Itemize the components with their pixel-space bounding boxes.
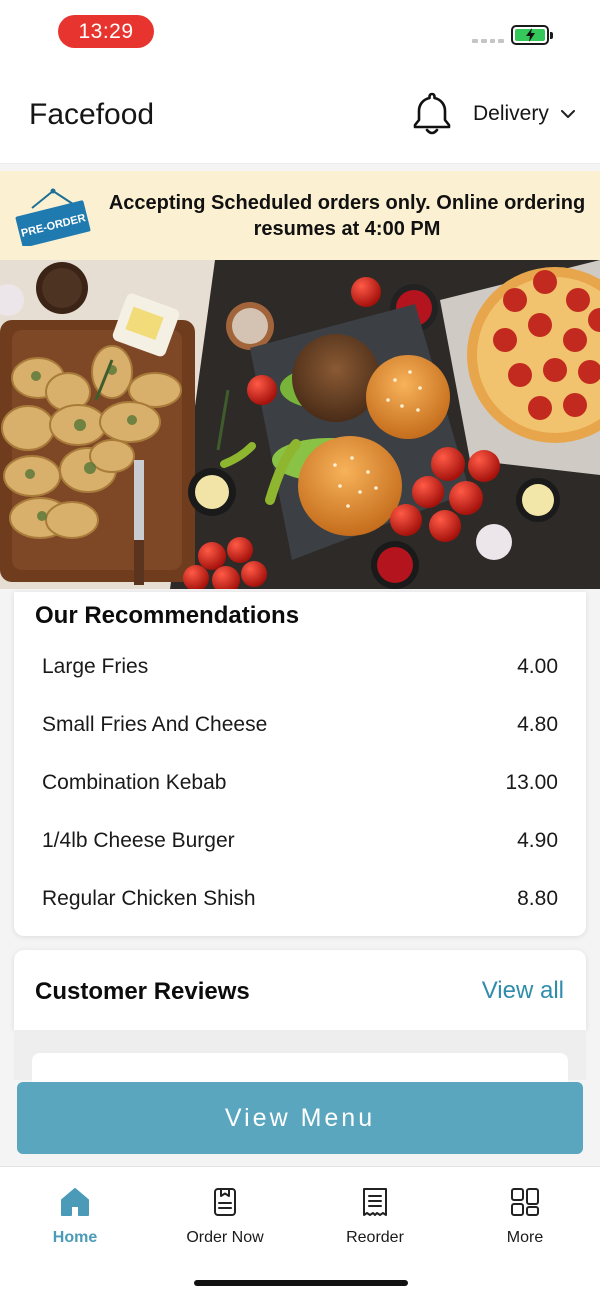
item-name: Combination Kebab xyxy=(42,771,227,794)
recommendation-item[interactable]: Large Fries 4.00 xyxy=(42,647,558,687)
notification-bell-icon[interactable] xyxy=(410,90,454,138)
item-name: Large Fries xyxy=(42,655,149,678)
item-name: Regular Chicken Shish xyxy=(42,887,256,910)
app-header: Facefood Delivery xyxy=(0,66,600,164)
recommendations-title: Our Recommendations xyxy=(35,602,300,629)
chevron-down-icon xyxy=(560,109,575,118)
item-price: 4.80 xyxy=(517,713,558,736)
tab-more-label: More xyxy=(506,1229,544,1246)
reviews-title: Customer Reviews xyxy=(35,978,250,1005)
recommendation-item[interactable]: 1/4lb Cheese Burger 4.90 xyxy=(42,821,558,861)
bottom-tab-bar: Home Order Now Reorder More xyxy=(0,1166,600,1298)
item-name: 1/4lb Cheese Burger xyxy=(42,829,235,852)
tab-order-now-label: Order Now xyxy=(186,1229,264,1246)
tab-reorder-label: Reorder xyxy=(346,1229,404,1246)
status-time: 13:29 xyxy=(58,15,154,48)
customer-reviews-card: Customer Reviews View all xyxy=(14,950,586,1030)
tab-order-now[interactable]: Order Now xyxy=(165,1185,285,1247)
tab-home-label: Home xyxy=(52,1229,98,1246)
home-icon xyxy=(61,1188,89,1216)
recommendation-item[interactable]: Combination Kebab 13.00 xyxy=(42,763,558,803)
grid-icon xyxy=(511,1188,539,1216)
status-bar: 13:29 xyxy=(0,0,600,66)
view-menu-button[interactable]: View Menu xyxy=(17,1082,583,1154)
item-price: 13.00 xyxy=(505,771,558,794)
item-price: 4.90 xyxy=(517,829,558,852)
recommendation-item[interactable]: Regular Chicken Shish 8.80 xyxy=(42,879,558,919)
preorder-tag-icon: PRE-ORDER xyxy=(15,188,91,246)
item-name: Small Fries And Cheese xyxy=(42,713,268,736)
order-icon xyxy=(214,1188,236,1216)
recommendation-item[interactable]: Small Fries And Cheese 4.80 xyxy=(42,705,558,745)
preorder-message: Accepting Scheduled orders only. Online … xyxy=(108,192,586,240)
signal-icon xyxy=(472,39,504,43)
tab-home[interactable]: Home xyxy=(15,1185,135,1247)
tab-reorder[interactable]: Reorder xyxy=(315,1185,435,1247)
item-price: 8.80 xyxy=(517,887,558,910)
hero-food-image xyxy=(0,260,600,589)
review-card[interactable] xyxy=(32,1053,568,1083)
delivery-mode-select[interactable]: Delivery xyxy=(473,102,575,126)
view-all-reviews-link[interactable]: View all xyxy=(482,977,564,1005)
app-title: Facefood xyxy=(29,98,155,131)
home-indicator xyxy=(194,1280,408,1286)
item-price: 4.00 xyxy=(517,655,558,678)
recommendations-card: Our Recommendations Large Fries 4.00 Sma… xyxy=(14,592,586,936)
battery-charging-icon xyxy=(511,25,553,45)
delivery-mode-label: Delivery xyxy=(473,102,549,125)
receipt-icon xyxy=(363,1188,387,1216)
tab-more[interactable]: More xyxy=(465,1185,585,1247)
